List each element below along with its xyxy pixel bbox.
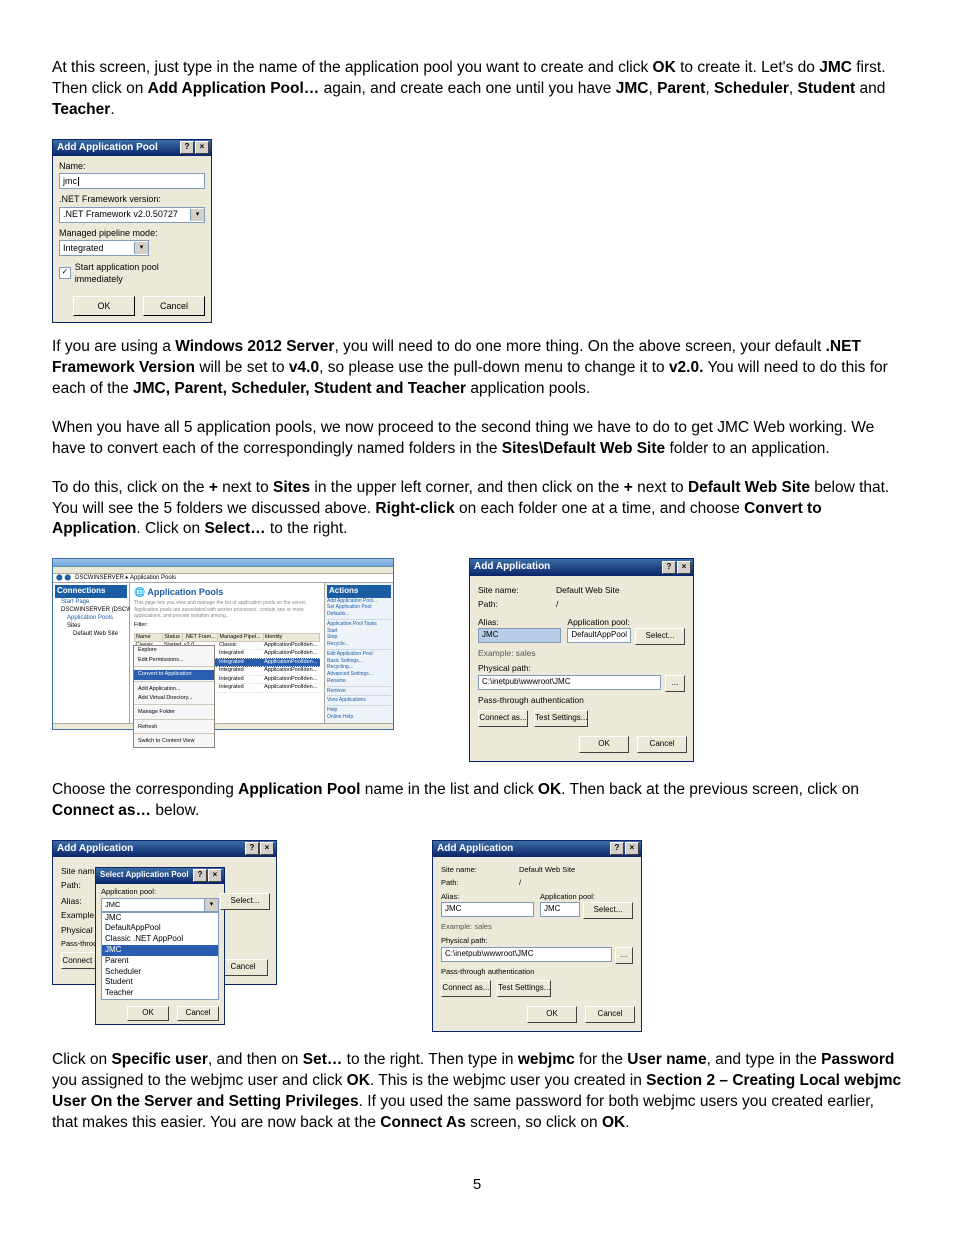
pipeline-select[interactable]: Integrated▾ (59, 240, 149, 256)
framework-select[interactable]: .NET Framework v2.0.50727▾ (59, 207, 205, 223)
para-4: To do this, click on the + next to Sites… (52, 478, 902, 541)
para-1: At this screen, just type in the name of… (52, 58, 902, 121)
actions-pane[interactable]: Actions Add Application Pool...Set Appli… (324, 583, 393, 723)
chevron-down-icon: ▾ (190, 209, 204, 221)
iis-manager-window: ⬤ ⬤ DSCWINSERVER ▸ Application Pools Con… (52, 558, 394, 730)
para-5: Choose the corresponding Application Poo… (52, 780, 902, 822)
dialog-titlebar: Add Application Pool ? × (53, 140, 211, 157)
para-2: If you are using a Windows 2012 Server, … (52, 337, 902, 400)
browse-button[interactable]: ... (665, 675, 685, 692)
breadcrumb: DSCWINSERVER ▸ Application Pools (75, 574, 176, 582)
start-immediately-checkbox[interactable]: ✓Start application pool immediately (59, 261, 205, 285)
cancel-button[interactable]: Cancel (637, 736, 687, 753)
framework-label: .NET Framework version: (59, 193, 205, 205)
name-label: Name: (59, 160, 205, 172)
select-app-pool-dialog: Select Application Pool ?× Application p… (95, 867, 225, 1026)
app-pool-list[interactable]: JMCDefaultAppPoolClassic .NET AppPoolJMC… (101, 912, 219, 1000)
connect-as-button[interactable]: Connect as... (478, 710, 528, 727)
add-application-dialog: Add Application ?× Site name:Default Web… (469, 558, 694, 761)
para-3: When you have all 5 application pools, w… (52, 418, 902, 460)
ok-button[interactable]: OK (73, 296, 135, 316)
select-button[interactable]: Select... (635, 628, 685, 645)
app-pool-combo[interactable]: JMC▾ (101, 898, 219, 912)
add-application-dialog-2: Add Application ?× Site name: Path: Alia… (52, 840, 277, 985)
context-menu[interactable]: ExploreEdit Permissions...Convert to App… (133, 645, 215, 747)
add-app-pool-dialog: Add Application Pool ? × Name: jmc .NET … (52, 139, 212, 323)
close-icon[interactable]: × (677, 561, 691, 574)
alias-input[interactable]: JMC (478, 628, 561, 643)
pipeline-label: Managed pipeline mode: (59, 227, 205, 239)
connections-tree[interactable]: Connections Start Page DSCWINSERVER (DSC… (53, 583, 130, 723)
close-icon[interactable]: × (195, 141, 209, 154)
name-input[interactable]: jmc (59, 173, 205, 189)
test-settings-button[interactable]: Test Settings... (534, 710, 588, 727)
chevron-down-icon: ▾ (134, 242, 148, 254)
ok-button[interactable]: OK (579, 736, 629, 753)
help-icon[interactable]: ? (180, 141, 194, 154)
help-icon[interactable]: ? (662, 561, 676, 574)
physical-path-input[interactable]: C:\inetpub\wwwroot\JMC (478, 675, 661, 690)
dialog-title: Add Application Pool (57, 141, 158, 155)
cancel-button[interactable]: Cancel (143, 296, 205, 316)
para-6: Click on Specific user, and then on Set…… (52, 1050, 902, 1134)
page-number: 5 (0, 1175, 954, 1195)
add-application-dialog-3: Add Application ?× Site name:Default Web… (432, 840, 642, 1032)
app-pool-field: DefaultAppPool (567, 628, 631, 643)
